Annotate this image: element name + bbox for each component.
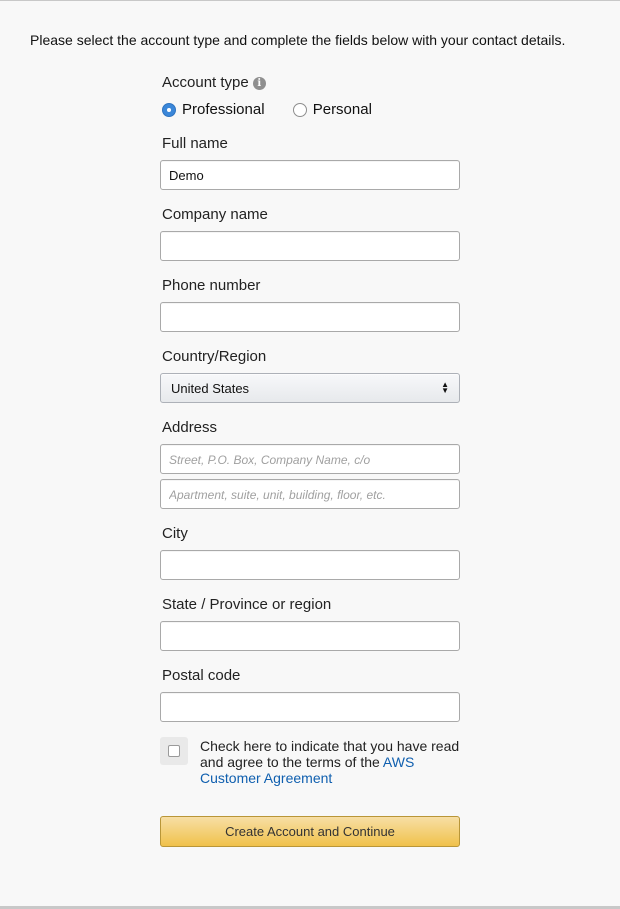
agreement-checkbox[interactable] [160,737,188,765]
account-type-radio-group: Professional Personal [162,101,372,119]
state-input[interactable] [160,621,460,651]
postal-code-input[interactable] [160,692,460,722]
address-label: Address [162,419,218,436]
agreement-text: Check here to indicate that you have rea… [200,738,460,786]
country-region-select[interactable]: United States ▲ ▼ [160,373,460,403]
radio-professional[interactable]: Professional [162,101,265,118]
phone-number-label: Phone number [162,277,261,294]
postal-code-label: Postal code [162,667,241,684]
state-label: State / Province or region [162,596,332,613]
company-name-input[interactable] [160,231,460,261]
country-region-label: Country/Region [162,348,267,365]
radio-personal-circle[interactable] [292,102,307,117]
agreement-checkbox-box[interactable] [168,745,180,757]
radio-professional-circle[interactable] [162,102,176,117]
account-type-label-text: Account type [162,74,249,91]
radio-personal-label: Personal [312,101,372,118]
address-line1-input[interactable] [160,444,460,474]
full-name-label: Full name [162,135,228,152]
phone-number-input[interactable] [160,302,460,332]
top-divider [0,0,620,1]
info-icon[interactable]: i [252,77,266,90]
intro-text: Please select the account type and compl… [30,32,566,48]
radio-personal[interactable]: Personal [292,101,372,118]
select-arrows-icon: ▲ ▼ [441,380,449,395]
city-label: City [162,525,188,542]
create-account-button[interactable]: Create Account and Continue [160,816,460,847]
city-input[interactable] [160,550,460,580]
company-name-label: Company name [162,206,268,223]
full-name-input[interactable] [160,160,460,190]
radio-professional-label: Professional [182,101,265,118]
address-line2-input[interactable] [160,479,460,509]
account-type-label: Account type i [162,74,266,91]
country-region-selected: United States [171,380,250,396]
agreement-text-body: Check here to indicate that you have rea… [200,738,460,770]
